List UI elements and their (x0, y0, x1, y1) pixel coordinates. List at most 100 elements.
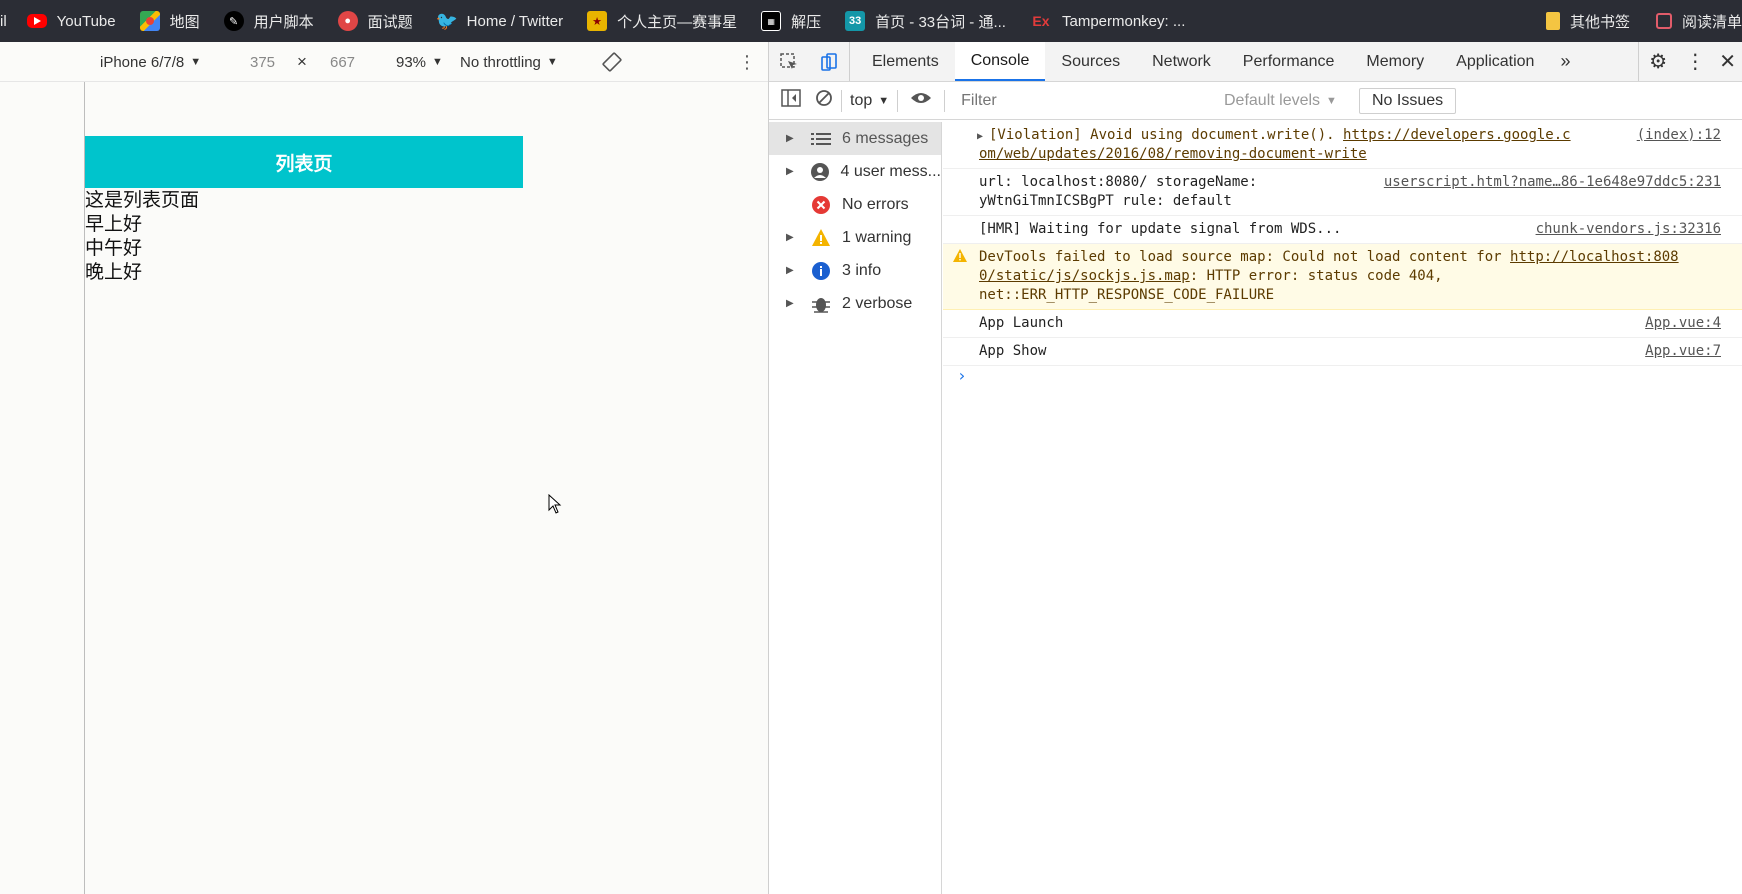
message-source-link[interactable]: userscript.html?name…86-1e648e97ddc5:231 (1375, 173, 1721, 192)
settings-icon[interactable]: ⚙ (1638, 42, 1677, 81)
message-link[interactable]: 0/static/js/sockjs.js.map (979, 268, 1190, 284)
sidebar-item-user-messages[interactable]: ▶ 4 user mess... (769, 155, 941, 188)
close-icon[interactable]: ✕ (1713, 42, 1742, 81)
info-icon (810, 260, 832, 282)
bookmark-33taici[interactable]: 33 首页 - 33台词 - 通... (845, 0, 1006, 42)
sidebar-item-errors[interactable]: No errors (769, 188, 941, 221)
tab-label: Sources (1061, 52, 1121, 70)
message-text: DevTools failed to load source map: Coul… (979, 249, 1502, 265)
bookmark-label: Tampermonkey: ... (1061, 12, 1186, 30)
bookmark-youtube[interactable]: YouTube (26, 0, 116, 42)
sidebar-item-verbose[interactable]: ▶ 2 verbose (769, 287, 941, 320)
bookmark-label: 解压 (791, 13, 822, 31)
clear-console-icon[interactable] (815, 89, 833, 112)
sidebar-toggle-icon[interactable] (781, 89, 801, 112)
bookmark-label: 面试题 (367, 13, 413, 31)
expand-icon: ▶ (786, 265, 794, 276)
rotate-icon[interactable] (602, 42, 622, 82)
folder-icon (1545, 12, 1560, 30)
tab-label: Network (1152, 52, 1211, 70)
height-value: 667 (330, 53, 356, 71)
times-sign: × (297, 42, 307, 82)
user-icon (809, 161, 830, 183)
console-message-log: App Launch App.vue:4 (943, 310, 1742, 338)
bookmarks-right: 其他书签 阅读清单 (1545, 0, 1742, 42)
bookmark-saishixing[interactable]: ★ 个人主页—赛事星 (587, 0, 737, 42)
bookmark-mail[interactable]: il (0, 0, 7, 42)
message-source-link[interactable]: App.vue:4 (1637, 314, 1721, 333)
context-select[interactable]: top ▼ (850, 92, 889, 110)
twitter-icon: 🐦 (435, 10, 458, 31)
warning-icon (810, 227, 832, 249)
maps-icon (139, 11, 160, 31)
tab-performance[interactable]: Performance (1227, 42, 1351, 81)
bookmark-maps[interactable]: 地图 (139, 0, 200, 42)
bookmark-other[interactable]: 其他书签 (1545, 0, 1630, 42)
more-tabs-icon[interactable]: » (1550, 42, 1580, 81)
filter-input[interactable] (961, 91, 1162, 110)
globe-icon: ● (337, 11, 358, 31)
divider (897, 89, 899, 112)
tab-network[interactable]: Network (1136, 42, 1227, 81)
tab-elements[interactable]: Elements (856, 42, 955, 81)
bookmark-label: 用户脚本 (253, 13, 314, 31)
console-message-violation: ▶ [Violation] Avoid using document.write… (943, 122, 1742, 169)
issues-button[interactable]: No Issues (1359, 88, 1457, 114)
device-toggle-icon[interactable] (809, 42, 850, 81)
width-value: 375 (250, 53, 276, 71)
expand-icon[interactable]: ▶ (977, 127, 983, 146)
sidebar-item-messages[interactable]: ▶ 6 messages (769, 122, 941, 155)
expand-icon: ▶ (786, 133, 794, 144)
sidebar-item-info[interactable]: ▶ 3 info (769, 254, 941, 287)
list-item: 早上好 (85, 214, 143, 235)
tab-console[interactable]: Console (954, 42, 1046, 81)
message-link[interactable]: om/web/updates/2016/08/removing-document… (979, 146, 1367, 162)
message-link[interactable]: http://localhost:808 (1510, 249, 1679, 265)
message-text: App Launch (979, 315, 1064, 331)
device-viewport: 列表页 这是列表页面 早上好 中午好 晚上好 (84, 82, 768, 894)
sidebar-item-warnings[interactable]: ▶ 1 warning (769, 221, 941, 254)
expand-icon: ▶ (786, 166, 794, 177)
zoom-label: 93% (396, 53, 427, 71)
reading-list[interactable]: 阅读清单 (1655, 0, 1742, 42)
bookmark-twitter[interactable]: 🐦 Home / Twitter (435, 0, 563, 42)
bookmark-label: YouTube (56, 12, 116, 30)
throttling-select[interactable]: No throttling ▼ (460, 42, 558, 82)
message-text: : HTTP error: status code 404, (1189, 268, 1443, 284)
sidebar-item-label: 1 warning (842, 228, 912, 246)
console-prompt[interactable]: › (943, 366, 1742, 392)
page-content: 这是列表页面 早上好 中午好 晚上好 (85, 189, 199, 285)
devtools-tab-bar: Elements Console Sources Network Perform… (769, 42, 1742, 82)
tab-application[interactable]: Application (1440, 42, 1550, 81)
bookmark-userscripts[interactable]: ✎ 用户脚本 (223, 0, 314, 42)
device-select[interactable]: iPhone 6/7/8 ▼ (100, 42, 201, 82)
height-input[interactable]: 667 (330, 42, 355, 82)
tab-sources[interactable]: Sources (1045, 42, 1136, 81)
inspect-element-icon[interactable] (769, 42, 809, 81)
message-text: App Show (979, 343, 1047, 359)
bookmark-interview[interactable]: ● 面试题 (337, 0, 413, 42)
bookmark-tampermonkey[interactable]: Ex Tampermonkey: ... (1030, 0, 1185, 42)
message-link[interactable]: https://developers.google.c (1343, 127, 1571, 143)
levels-label: Default levels (1224, 92, 1321, 109)
list-item: 这是列表页面 (85, 190, 200, 211)
eye-icon[interactable] (910, 91, 932, 110)
bookmark-relax[interactable]: ▦ 解压 (761, 0, 821, 42)
message-source-link[interactable]: chunk-vendors.js:32316 (1527, 220, 1721, 239)
bookmark-label: 个人主页—赛事星 (617, 13, 738, 31)
console-message-log: [HMR] Waiting for update signal from WDS… (943, 216, 1742, 244)
zoom-select[interactable]: 93% ▼ (396, 42, 443, 82)
width-input[interactable]: 375 (250, 42, 275, 82)
issues-label: No Issues (1372, 92, 1444, 109)
sidebar-item-label: 2 verbose (842, 294, 913, 312)
message-source-link[interactable]: App.vue:7 (1637, 342, 1721, 361)
times-label: × (297, 52, 307, 71)
log-levels-select[interactable]: Default levels ▼ (1224, 82, 1337, 120)
more-options-icon[interactable]: ⋮ (738, 42, 756, 82)
tab-label: Elements (872, 52, 939, 70)
message-source-link[interactable]: (index):12 (1628, 126, 1721, 145)
more-options-icon[interactable]: ⋮ (1677, 42, 1713, 81)
tab-label: Console (970, 51, 1030, 69)
bookmark-label: 阅读清单 (1681, 13, 1742, 31)
tab-memory[interactable]: Memory (1350, 42, 1440, 81)
